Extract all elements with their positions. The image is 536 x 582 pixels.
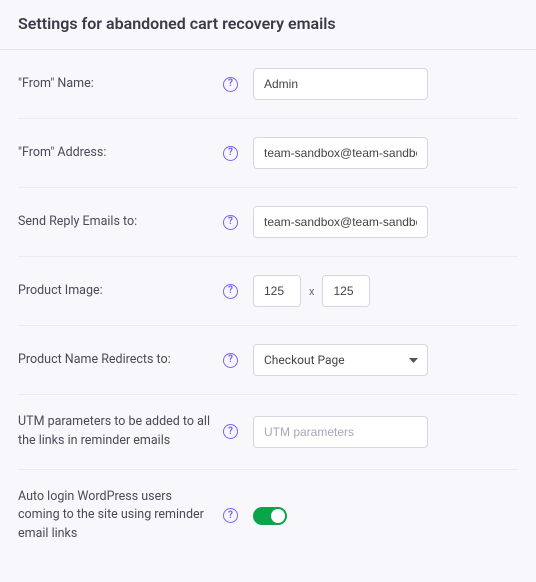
- utm-input[interactable]: [253, 416, 428, 448]
- auto-login-toggle[interactable]: [253, 507, 287, 525]
- row-product-image: Product Image: ? x: [18, 257, 518, 326]
- product-redirect-label: Product Name Redirects to:: [18, 351, 223, 370]
- page-title: Settings for abandoned cart recovery ema…: [18, 14, 518, 33]
- product-redirect-select[interactable]: Checkout Page: [253, 344, 428, 376]
- chevron-down-icon: [409, 353, 418, 367]
- reply-to-label: Send Reply Emails to:: [18, 213, 223, 232]
- help-icon[interactable]: ?: [223, 353, 238, 368]
- from-name-input[interactable]: [253, 68, 428, 100]
- utm-label: UTM parameters to be added to all the li…: [18, 413, 223, 451]
- row-utm-parameters: UTM parameters to be added to all the li…: [18, 395, 518, 470]
- row-auto-login: Auto login WordPress users coming to the…: [18, 470, 518, 562]
- from-name-label: "From" Name:: [18, 75, 223, 94]
- settings-page: Settings for abandoned cart recovery ema…: [0, 0, 536, 582]
- help-icon[interactable]: ?: [223, 284, 238, 299]
- reply-to-input[interactable]: [253, 206, 428, 238]
- auto-login-label: Auto login WordPress users coming to the…: [18, 488, 223, 544]
- product-redirect-value: Checkout Page: [264, 353, 345, 367]
- help-icon[interactable]: ?: [223, 424, 238, 439]
- help-icon[interactable]: ?: [223, 77, 238, 92]
- toggle-knob: [271, 509, 285, 523]
- from-address-input[interactable]: [253, 137, 428, 169]
- row-from-address: "From" Address: ?: [18, 119, 518, 188]
- product-image-height-input[interactable]: [322, 275, 370, 307]
- help-icon[interactable]: ?: [223, 508, 238, 523]
- row-from-name: "From" Name: ?: [18, 50, 518, 119]
- help-icon[interactable]: ?: [223, 146, 238, 161]
- product-image-label: Product Image:: [18, 282, 223, 301]
- page-header: Settings for abandoned cart recovery ema…: [0, 0, 536, 50]
- dimension-separator: x: [309, 285, 314, 298]
- row-reply-to: Send Reply Emails to: ?: [18, 188, 518, 257]
- help-icon[interactable]: ?: [223, 215, 238, 230]
- row-product-redirect: Product Name Redirects to: ? Checkout Pa…: [18, 326, 518, 395]
- product-image-width-input[interactable]: [253, 275, 301, 307]
- settings-body: "From" Name: ? "From" Address: ? Send Re…: [0, 50, 536, 582]
- from-address-label: "From" Address:: [18, 144, 223, 163]
